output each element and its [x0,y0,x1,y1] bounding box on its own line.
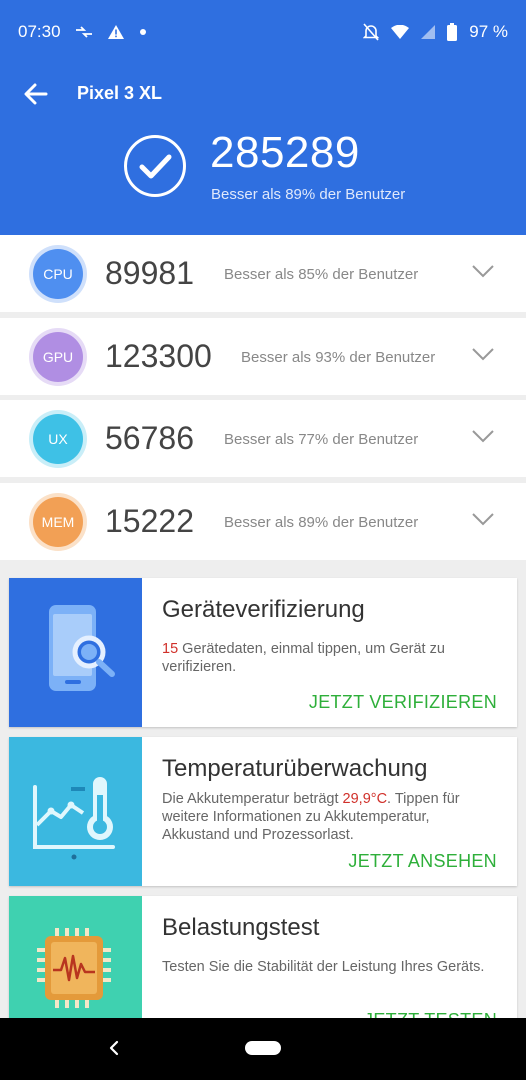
chevron-down-icon[interactable] [472,264,494,278]
card-title: Belastungstest [162,914,320,941]
back-button[interactable] [20,78,52,110]
status-time: 07:30 [18,22,61,41]
card-description: Die Akkutemperatur beträgt 29,9°C. Tippe… [162,790,492,844]
card-title: Temperaturüberwachung [162,755,428,782]
ux-badge: UX [33,414,83,464]
gpu-subtitle: Besser als 93% der Benutzer [241,349,436,366]
ux-subtitle: Besser als 77% der Benutzer [224,431,419,448]
card-description-text: Die Akkutemperatur beträgt [162,791,343,807]
warning-icon [107,24,125,40]
card-title: Geräteverifizierung [162,596,365,623]
home-pill-button[interactable] [245,1041,281,1055]
card-description-text: Gerätedaten, einmal tippen, um Gerät zu … [162,641,445,675]
card-image [9,578,142,727]
score-row-mem[interactable]: MEM 15222 Besser als 89% der Benutzer [0,483,526,560]
phone-search-icon [49,605,115,691]
view-now-button[interactable]: JETZT ANSEHEN [348,851,497,872]
mem-score: 15222 [105,503,194,539]
card-description: Testen Sie die Stabilität der Leistung I… [162,959,485,975]
chevron-down-icon[interactable] [472,512,494,526]
card-temperature-monitoring[interactable]: Temperaturüberwachung Die Akkutemperatur… [9,737,517,886]
verify-now-button[interactable]: JETZT VERIFIZIEREN [309,692,497,713]
card-description: 15 Gerätedaten, einmal tippen, um Gerät … [162,640,492,676]
score-row-gpu[interactable]: GPU 123300 Besser als 93% der Benutzer [0,318,526,395]
notification-dot-icon [139,28,147,36]
ux-score: 56786 [105,420,194,456]
do-not-disturb-icon [363,23,380,41]
chevron-down-icon[interactable] [472,429,494,443]
mem-subtitle: Besser als 89% der Benutzer [224,514,419,531]
chevron-down-icon[interactable] [472,347,494,361]
toolbar: Pixel 3 XL [0,64,526,124]
mem-badge: MEM [33,497,83,547]
nav-back-icon[interactable] [104,1038,124,1058]
card-device-verification[interactable]: Geräteverifizierung 15 Gerätedaten, einm… [9,578,517,727]
battery-icon [447,23,458,41]
arrow-left-icon [24,83,48,105]
cpu-score: 89981 [105,255,194,291]
header: 07:30 97 % Pixel 3 XL 285289 Besser als … [0,0,526,235]
wifi-icon [391,25,410,39]
signal-icon [421,25,436,39]
battery-percent: 97 % [469,22,508,41]
card-image [9,737,142,886]
gpu-badge: GPU [33,332,83,382]
system-navigation-bar [0,1018,526,1080]
total-score-subtitle: Besser als 89% der Benutzer [211,186,406,203]
cpu-badge: CPU [33,249,83,299]
cpu-subtitle: Besser als 85% der Benutzer [224,266,419,283]
score-row-cpu[interactable]: CPU 89981 Besser als 85% der Benutzer [0,235,526,312]
battery-temperature: 29,9°C [342,791,388,807]
total-score: 285289 [210,128,360,177]
verification-count: 15 [162,641,179,657]
thermometer-chart-icon [33,777,115,860]
score-row-ux[interactable]: UX 56786 Besser als 77% der Benutzer [0,400,526,477]
device-name: Pixel 3 XL [77,83,163,103]
status-bar: 07:30 97 % [0,0,526,64]
check-circle-icon [124,135,186,197]
data-saver-icon [75,25,93,39]
gpu-score: 123300 [105,338,212,374]
